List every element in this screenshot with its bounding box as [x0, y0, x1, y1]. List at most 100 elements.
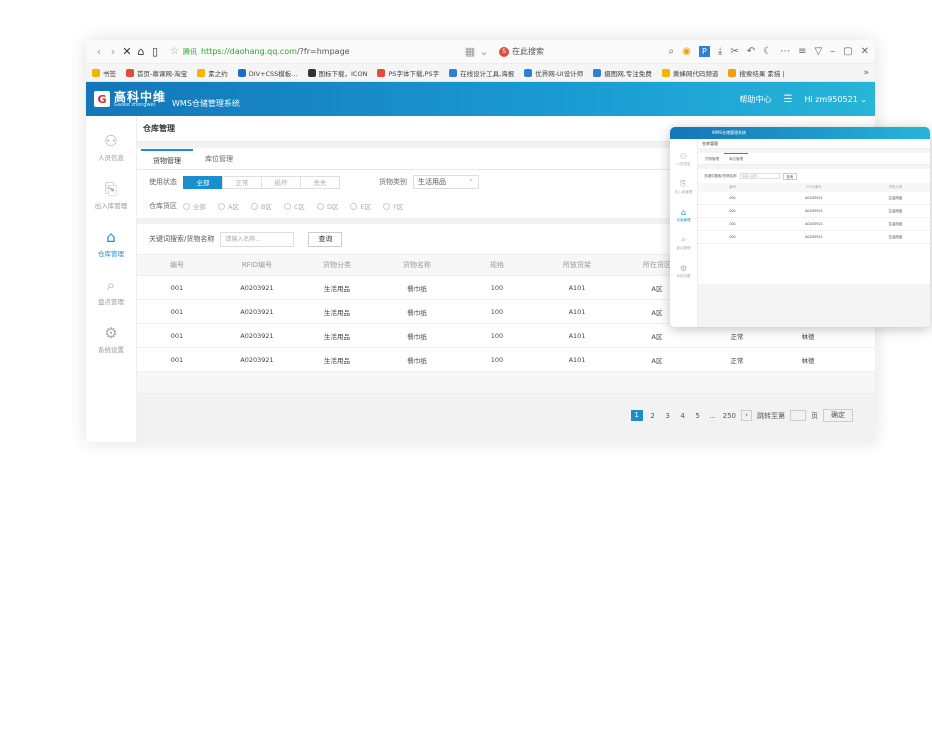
- zone-label: 仓库货区: [149, 202, 177, 210]
- mini-table-cell: A0203921: [804, 235, 823, 239]
- jump-page-input[interactable]: [790, 410, 806, 421]
- page-3[interactable]: 3: [663, 412, 673, 420]
- grid-icon[interactable]: ▦: [463, 45, 477, 58]
- forward-icon[interactable]: ›: [106, 45, 120, 58]
- status-option-lost[interactable]: 丢失: [300, 175, 340, 189]
- page-4[interactable]: 4: [678, 412, 688, 420]
- address-bar[interactable]: ☆ 腾讯 https://daohang.qq.com/?fr=hmpage: [170, 44, 455, 60]
- search-icon[interactable]: ⌕: [669, 46, 675, 57]
- table-row[interactable]: 001 A0203921 生活用品 餐巾纸 100 A101 A区 正常 林德: [137, 324, 875, 348]
- mini-tab-location[interactable]: 库位管理: [724, 153, 748, 164]
- mini-main: 仓库管理 货物管理 库位管理 关键词搜索/货物名称 请输入名称... 查询 编号…: [698, 139, 930, 327]
- column-header: RFID编号: [241, 261, 273, 269]
- mini-tab-goods[interactable]: 货物管理: [700, 154, 724, 164]
- zone-radio-c[interactable]: C区: [283, 201, 305, 211]
- url-text[interactable]: https://daohang.qq.com/?fr=hmpage: [201, 47, 350, 56]
- mini-table-row[interactable]: 001 A0203921 生活用品: [698, 218, 930, 231]
- star-icon[interactable]: ☆: [170, 46, 179, 57]
- page-last[interactable]: 250: [723, 412, 736, 420]
- sidebar-item-warehouse[interactable]: ⌂ 仓库管理: [86, 220, 136, 268]
- zone-radio-group: 全部 A区 B区 C区 D区 E区 F区: [183, 201, 403, 211]
- mini-table-row[interactable]: 001 A0203921 生活用品: [698, 231, 930, 244]
- mini-query-button[interactable]: 查询: [782, 172, 797, 180]
- mini-sidebar-item[interactable]: ⚙ 系统设置: [670, 257, 697, 285]
- zone-radio-all[interactable]: 全部: [183, 201, 206, 211]
- menu-icon[interactable]: ≡: [798, 46, 806, 57]
- more-icon[interactable]: ⋯: [780, 46, 790, 57]
- sidebar-item-settings[interactable]: ⚙ 系统设置: [86, 316, 136, 364]
- bookmark-item[interactable]: 素之约: [197, 68, 228, 78]
- status-option-damaged[interactable]: 损坏: [261, 175, 301, 189]
- bookmark-item[interactable]: 优界网-UI设计师: [524, 68, 583, 78]
- zone-radio-e[interactable]: E区: [350, 201, 371, 211]
- page-5[interactable]: 5: [693, 412, 703, 420]
- bookmark-item[interactable]: 图标下载，ICON: [307, 68, 367, 78]
- sidebar-item-inventory[interactable]: ⌕ 盘点管理: [86, 268, 136, 316]
- zone-radio-b[interactable]: B区: [250, 201, 272, 211]
- bookmark-item[interactable]: 黄蜂网代码频道: [661, 68, 718, 78]
- bookmark-item[interactable]: 在线设计工具,海报: [449, 68, 514, 78]
- query-button[interactable]: 查询: [308, 231, 343, 247]
- mini-sidebar-item[interactable]: ⌂ 仓库管理: [670, 201, 697, 229]
- mini-search-input[interactable]: 请输入名称...: [739, 173, 780, 179]
- next-page-button[interactable]: ›: [741, 410, 752, 421]
- status-option-normal[interactable]: 正常: [222, 175, 262, 189]
- moon-icon[interactable]: ☾: [763, 46, 772, 57]
- table-cell: 林德: [801, 356, 815, 365]
- category-select[interactable]: 生活用品: [413, 173, 479, 189]
- bookmark-item[interactable]: 首页-慕课网-淘宝: [126, 68, 187, 78]
- table-cell: A0203921: [240, 331, 274, 340]
- back-icon[interactable]: ‹: [92, 45, 106, 58]
- bookmark-icon: [661, 68, 670, 77]
- zone-radio-a[interactable]: A区: [218, 201, 239, 211]
- mini-sidebar-label: 系统设置: [676, 273, 691, 278]
- search-engine-icon: S: [499, 46, 509, 57]
- download-icon[interactable]: ⤓: [718, 46, 722, 57]
- table-cell: 正常: [730, 332, 744, 341]
- undo-icon[interactable]: ↶: [747, 46, 755, 57]
- home-icon[interactable]: ⌂: [134, 45, 148, 58]
- bookmark-item[interactable]: 书签: [92, 68, 116, 78]
- bookmark-item[interactable]: DIV+CSS模板...: [237, 68, 298, 78]
- mini-sidebar-item[interactable]: ⌕ 盘点管理: [670, 229, 697, 257]
- bookmark-item[interactable]: PS字体下载,PS字: [377, 68, 439, 78]
- minimize-icon[interactable]: –: [830, 46, 835, 57]
- user-menu[interactable]: Hi zm950521 ⌄: [804, 95, 867, 104]
- page-1[interactable]: 1: [630, 410, 643, 421]
- zone-radio-f[interactable]: F区: [383, 201, 403, 211]
- restore-icon[interactable]: ▢: [843, 46, 852, 57]
- mini-table-cell: 生活用品: [888, 222, 903, 226]
- hamburger-icon[interactable]: ☰: [783, 94, 792, 105]
- mini-table-row[interactable]: 001 A0203921 生活用品: [698, 205, 930, 218]
- bookmarks-more-icon[interactable]: »: [863, 68, 869, 78]
- warehouse-icon: ⌂: [680, 207, 687, 217]
- table-cell: A101: [568, 355, 586, 364]
- bookmark-item[interactable]: 摄图网,专注免费: [593, 68, 652, 78]
- mini-sidebar-item[interactable]: ⚇ 人员信息: [670, 145, 697, 173]
- window-close-icon[interactable]: ✕: [861, 46, 869, 57]
- tab-location[interactable]: 库位管理: [193, 149, 245, 169]
- mini-sidebar-item[interactable]: ⎘ 出入库管理: [670, 173, 697, 201]
- bookmark-label: 在线设计工具,海报: [460, 69, 515, 78]
- jump-confirm-button[interactable]: 确定: [823, 409, 853, 422]
- scissors-icon[interactable]: ✂: [730, 46, 738, 57]
- close-icon[interactable]: ✕: [120, 45, 134, 58]
- p-extension-icon[interactable]: P: [698, 46, 710, 57]
- sidebar-item-personnel[interactable]: ⚇ 人员信息: [86, 124, 136, 172]
- page-2[interactable]: 2: [648, 412, 658, 420]
- status-option-all[interactable]: 全部: [183, 175, 223, 189]
- search-input[interactable]: 请输入名称...: [220, 231, 295, 247]
- search-engine-box[interactable]: S 在此搜索: [499, 46, 589, 57]
- bookmark-item[interactable]: 搜索结果 素描 |: [728, 68, 785, 78]
- reader-icon[interactable]: ▯: [148, 45, 162, 58]
- column-header: 所放货架: [563, 261, 591, 269]
- help-center-link[interactable]: 帮助中心: [739, 94, 771, 105]
- chevron-down-icon[interactable]: ⌄: [477, 45, 491, 58]
- table-row[interactable]: 001 A0203921 生活用品 餐巾纸 100 A101 A区 正常 林德: [137, 348, 875, 372]
- sidebar-item-inout[interactable]: ⎘ 出入库管理: [86, 172, 136, 220]
- zone-radio-d[interactable]: D区: [316, 201, 338, 211]
- shirt-icon[interactable]: ▽: [814, 46, 822, 57]
- mini-table-row[interactable]: 001 A0203921 生活用品: [698, 192, 930, 205]
- game-icon[interactable]: ◉: [682, 46, 691, 57]
- tab-goods[interactable]: 货物管理: [141, 149, 193, 169]
